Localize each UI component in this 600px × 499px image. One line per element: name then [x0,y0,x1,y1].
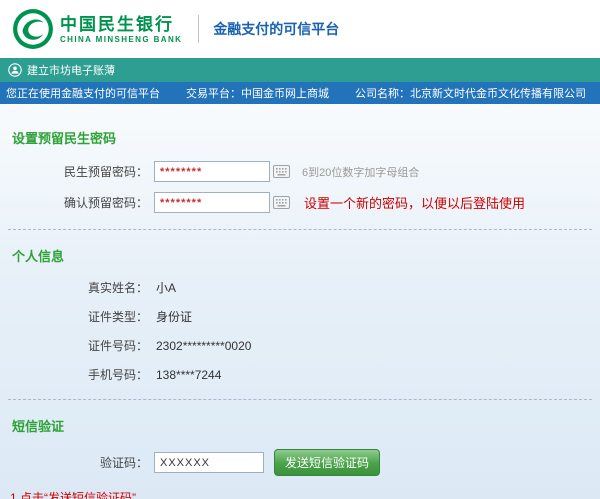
header-divider [198,15,199,43]
info-bar-trade-platform: 交易平台：中国金币网上商城 [186,85,329,101]
confirm-password-input[interactable] [154,192,270,213]
user-circle-icon [8,63,22,77]
bank-logo-icon [12,8,54,50]
minsheng-password-row: 民生预留密码： 6到20位数字加字母组合 [0,161,600,182]
platform-title: 金融支付的可信平台 [213,19,339,39]
info-bar-company: 公司名称：北京新文时代金币文化传播有限公司 [355,85,586,101]
minsheng-password-input[interactable] [154,161,270,182]
real-name-value: 小A [156,279,176,296]
real-name-row: 真实姓名： 小A [0,279,600,296]
password-rule-hint: 6到20位数字加字母组合 [302,164,419,180]
keyboard-icon[interactable] [273,196,290,209]
id-type-label: 证件类型： [0,308,148,325]
info-bar-using-text: 您正在使用金融支付的可信平台 [6,85,160,101]
id-type-row: 证件类型： 身份证 [0,308,600,325]
verification-code-input[interactable] [154,452,264,473]
password-section: 设置预留民生密码 民生预留密码： [0,128,600,213]
minsheng-password-label: 民生预留密码： [0,163,148,180]
confirm-password-label: 确认预留密码： [0,194,148,211]
bank-name-en: CHINA MINSHENG BANK [60,35,182,44]
step-bar-text: 建立市坊电子账薄 [27,62,115,78]
bottom-row: 1.点击“发送短信验证码” 2.将您预留手机号收到的验证码填入空格内 3.点击确… [0,490,600,499]
main-content: 设置预留民生密码 民生预留密码： [0,104,600,499]
new-password-note: 设置一个新的密码，以便以后登陆使用 [304,193,525,212]
password-section-title: 设置预留民生密码 [12,128,600,147]
section-divider [8,229,592,230]
info-bar: 您正在使用金融支付的可信平台 交易平台：中国金币网上商城 公司名称：北京新文时代… [0,82,600,104]
instruction-line-1: 1.点击“发送短信验证码” [10,490,262,499]
bank-name-block: 中国民生银行 CHINA MINSHENG BANK [60,15,182,44]
header: 中国民生银行 CHINA MINSHENG BANK 金融支付的可信平台 [0,0,600,58]
verification-code-label: 验证码： [0,454,148,471]
send-sms-code-button[interactable]: 发送短信验证码 [274,449,380,476]
real-name-label: 真实姓名： [0,279,148,296]
section-divider [8,399,592,400]
id-number-row: 证件号码： 2302*********0020 [0,337,600,354]
sms-section: 短信验证 验证码： 发送短信验证码 1.点击“发送短信验证码” 2.将您预留手机… [0,416,600,499]
step-bar: 建立市坊电子账薄 [0,58,600,82]
id-number-label: 证件号码： [0,337,148,354]
personal-info-section: 个人信息 真实姓名： 小A 证件类型： 身份证 证件号码： 2302******… [0,246,600,383]
verification-code-row: 验证码： 发送短信验证码 [0,449,600,476]
confirm-password-row: 确认预留密码： 设置一个新的密码，以便以后登陆使用 [0,192,600,213]
phone-number-row: 手机号码： 138****7244 [0,366,600,383]
bank-name: 中国民生银行 [60,15,182,35]
keyboard-icon[interactable] [273,165,290,178]
phone-number-value: 138****7244 [156,368,221,382]
page: 中国民生银行 CHINA MINSHENG BANK 金融支付的可信平台 建立市… [0,0,600,499]
sms-section-title: 短信验证 [12,416,600,435]
personal-info-title: 个人信息 [12,246,600,265]
id-number-value: 2302*********0020 [156,339,251,353]
instructions: 1.点击“发送短信验证码” 2.将您预留手机号收到的验证码填入空格内 3.点击确… [10,490,262,499]
phone-number-label: 手机号码： [0,366,148,383]
id-type-value: 身份证 [156,308,192,325]
